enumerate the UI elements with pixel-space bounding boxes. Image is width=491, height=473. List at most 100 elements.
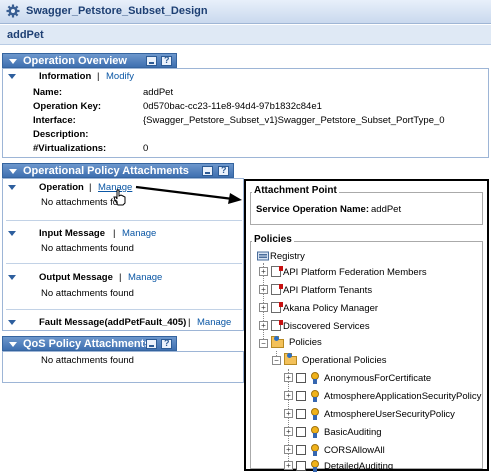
expand-icon[interactable]: + [259,321,268,330]
operation-overview-header[interactable]: Operation Overview [2,53,177,68]
policy-anonymous-for-certificate[interactable]: AnonymousForCertificate [324,373,431,384]
collapse-icon[interactable]: − [272,356,281,365]
expand-icon[interactable] [8,320,16,325]
policy-icon [311,460,319,472]
qos-attachments-title: QoS Policy Attachments [23,338,151,350]
expand-icon[interactable]: + [259,285,268,294]
field-value-interface: {Swagger_Petstore_Subset_v1}Swagger_Pets… [143,115,445,126]
separator: | [188,317,191,328]
tree-item-tenants[interactable]: API Platform Tenants [283,285,372,296]
help-icon[interactable] [161,55,172,66]
policy-picker-popup: Attachment Point Service Operation Name:… [244,179,489,472]
divider [6,309,242,310]
policy-icon [311,408,319,420]
policy-cors-allow-all[interactable]: CORSAllowAll [324,445,385,456]
service-operation-value: addPet [371,204,402,215]
operation-name: addPet [7,29,44,41]
policy-detailed-auditing[interactable]: DetailedAuditing [324,461,393,472]
collapse-icon[interactable] [9,342,17,347]
expand-icon[interactable]: + [284,427,293,436]
policy-checkbox[interactable] [296,461,306,471]
arrow-icon [135,185,242,204]
expand-icon[interactable]: + [284,409,293,418]
expand-icon[interactable] [8,185,16,190]
policy-checkbox[interactable] [296,373,306,383]
output-message-status: No attachments found [41,288,134,299]
window-title-bar: Swagger_Petstore_Subset_Design [0,0,491,24]
separator: | [113,228,116,239]
tree-item-federation-members[interactable]: API Platform Federation Members [283,267,427,278]
collapse-icon[interactable] [9,169,17,174]
document-icon [271,302,283,313]
help-icon[interactable] [218,165,229,176]
tree-item-policies[interactable]: Policies [289,337,322,348]
field-label-interface: Interface: [33,115,76,126]
policies-title: Policies [252,234,294,245]
collapse-icon[interactable] [9,59,17,64]
input-message-manage-link[interactable]: Manage [122,228,156,239]
window-title: Swagger_Petstore_Subset_Design [26,5,208,17]
divider [6,220,242,221]
separator: | [119,272,122,283]
minimize-icon[interactable] [146,56,157,66]
policy-icon [311,426,319,438]
collapse-icon[interactable]: − [259,339,268,348]
tree-item-registry[interactable]: Registry [270,251,305,262]
policy-icon [311,372,319,384]
tree-item-operational-policies[interactable]: Operational Policies [302,355,387,366]
document-icon [271,266,283,277]
field-label-description: Description: [33,129,89,140]
output-message-manage-link[interactable]: Manage [128,272,162,283]
expand-icon[interactable]: + [284,445,293,454]
field-value-name: addPet [143,87,174,98]
qos-attachments-header[interactable]: QoS Policy Attachments [2,336,177,351]
input-message-status: No attachments found [41,243,134,254]
registry-icon [257,251,269,261]
document-icon [271,284,283,295]
information-label: Information [39,71,92,82]
policy-attachments-header[interactable]: Operational Policy Attachments [2,163,234,178]
qos-status: No attachments found [41,355,134,366]
policy-checkbox[interactable] [296,409,306,419]
divider [6,263,242,264]
policy-atmosphere-application-security[interactable]: AtmosphereApplicationSecurityPolicy [324,391,481,402]
expand-icon[interactable]: + [259,303,268,312]
field-label-virtualizations: #Virtualizations: [33,143,107,154]
expand-icon[interactable]: + [259,267,268,276]
separator: | [89,182,92,193]
operation-status: No attachments fo [41,197,119,208]
minimize-icon[interactable] [202,166,213,176]
policy-icon [311,444,319,456]
policy-basic-auditing[interactable]: BasicAuditing [324,427,382,438]
expand-icon[interactable]: + [284,373,293,382]
policy-icon [311,390,319,402]
expand-icon[interactable] [8,231,16,236]
operation-overview-title: Operation Overview [23,55,127,67]
policy-atmosphere-user-security[interactable]: AtmosphereUserSecurityPolicy [324,409,455,420]
modify-link[interactable]: Modify [106,71,134,82]
tree-item-discovered-services[interactable]: Discovered Services [283,321,370,332]
field-label-operation-key: Operation Key: [33,101,102,112]
attachment-point-title: Attachment Point [252,185,339,196]
minimize-icon[interactable] [146,339,157,349]
expand-icon[interactable] [8,275,16,280]
expand-icon[interactable]: + [284,461,293,470]
policy-checkbox[interactable] [296,445,306,455]
expand-icon[interactable]: + [284,391,293,400]
field-label-name: Name: [33,87,63,98]
policy-checkbox[interactable] [296,391,306,401]
expand-icon[interactable] [8,74,16,79]
policy-attachments-title: Operational Policy Attachments [23,165,189,177]
field-value-virtualizations: 0 [143,143,149,154]
operation-label: Operation [39,182,84,193]
fault-message-label: Fault Message(addPetFault_405) [39,317,187,328]
tree-item-akana-policy-manager[interactable]: Akana Policy Manager [283,303,378,314]
policy-checkbox[interactable] [296,427,306,437]
folder-icon [271,336,284,348]
service-operation-label: Service Operation Name: [256,204,369,215]
document-icon [271,320,283,331]
operation-bar: addPet [0,25,491,45]
help-icon[interactable] [161,338,172,349]
fault-message-manage-link[interactable]: Manage [197,317,231,328]
folder-icon [284,353,297,365]
